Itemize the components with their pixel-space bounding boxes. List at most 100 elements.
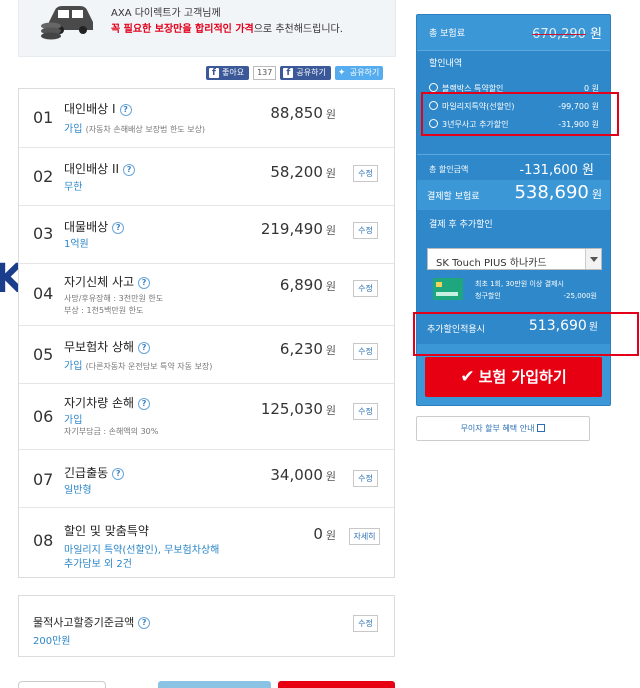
- card-select[interactable]: SK Touch PIUS 하나카드: [427, 248, 602, 270]
- price-value: 58,200: [270, 163, 323, 181]
- help-icon[interactable]: ?: [123, 164, 136, 176]
- share-label: 공유하기: [296, 68, 326, 77]
- price-value: 34,000: [270, 466, 323, 484]
- facebook-like-button[interactable]: f 좋아요: [206, 66, 250, 80]
- highlight-box-estimate: [413, 312, 639, 356]
- car-coins-icon: [41, 6, 93, 40]
- edit-button[interactable]: 수정: [353, 403, 378, 420]
- discount-label: 할인내역: [429, 59, 463, 69]
- price-value: 0: [313, 525, 323, 543]
- coverage-sub: 가입: [64, 415, 83, 426]
- external-link-icon: [537, 424, 546, 432]
- interest-label: 무이자 할부 혜택 안내: [460, 424, 535, 433]
- total-premium-label: 총 보험료: [429, 29, 465, 39]
- coverage-sub: 무한: [64, 182, 83, 193]
- edit-button[interactable]: 수정: [353, 222, 378, 239]
- coverage-list: 01 대인배상 I? 가입 (자동차 손해배상 보장법 한도 보상) 88,85…: [18, 88, 395, 578]
- coverage-title: 할인 및 맞춤특약: [64, 524, 149, 538]
- coverage-price: 219,490 원: [261, 220, 336, 238]
- price-won: 원: [325, 529, 336, 542]
- price-value: 6,890: [279, 276, 323, 294]
- coverage-row: 03 대물배상? 1억원 219,490 원 수정: [19, 206, 394, 264]
- banner-highlight: 꼭 필요한 보장만을 합리적인 가격: [111, 24, 254, 35]
- facebook-icon: f: [209, 68, 219, 78]
- coverage-sub: 일반형: [64, 485, 92, 496]
- social-buttons: f 좋아요 137 f 공유하기 ✦ 공유하기: [206, 66, 384, 80]
- interest-free-installment-link[interactable]: 무이자 할부 혜택 안내: [416, 416, 590, 441]
- price-won: 원: [325, 404, 336, 417]
- chevron-down-icon: [585, 249, 601, 269]
- help-icon[interactable]: ?: [112, 222, 125, 234]
- coverage-title-text: 긴급출동: [64, 466, 109, 480]
- total-premium-won: 원: [590, 27, 602, 42]
- card-note-line-1: 최초 1회, 30만원 이상 결제시: [475, 280, 564, 288]
- coverage-detail-1: 사망/후유장해 : 3천만원 한도: [64, 294, 164, 303]
- discount-total-value: -131,600 원: [519, 163, 594, 178]
- coverage-price: 58,200 원: [270, 163, 336, 181]
- join-insurance-button[interactable]: ✔ 보험 가입하기: [425, 357, 602, 397]
- coverage-sub-text: 가입: [64, 361, 83, 372]
- coverage-row: 04 자기신체 사고? 사망/후유장해 : 3천만원 한도 부상 : 1천5백만…: [19, 264, 394, 326]
- card-select-value: SK Touch PIUS 하나카드: [436, 258, 547, 269]
- total-premium-amount: 670,290: [532, 27, 586, 42]
- edit-button[interactable]: 수정: [353, 343, 378, 360]
- coverage-sub: 마일리지 특약(선할인), 무보험차상해: [64, 545, 220, 556]
- coverage-detail-1: 자기부담금 : 손해액의 30%: [64, 427, 159, 436]
- help-icon[interactable]: ?: [138, 617, 151, 629]
- property-title: 물적사고할증기준금액?: [33, 614, 151, 630]
- edit-button[interactable]: 수정: [353, 470, 378, 487]
- discount-total-label: 총 할인금액: [429, 165, 469, 174]
- coverage-title-text: 대인배상 I: [64, 102, 116, 116]
- help-icon[interactable]: ?: [138, 277, 151, 289]
- help-icon[interactable]: ?: [112, 468, 125, 480]
- like-label: 좋아요: [222, 68, 245, 77]
- card-discount: -25,000원: [563, 292, 597, 300]
- details-button[interactable]: 자세히: [349, 528, 380, 545]
- card-note: 최초 1회, 30만원 이상 결제시 청구할인 -25,000원: [475, 278, 597, 302]
- coverage-row: 02 대인배상 II? 무한 58,200 원 수정: [19, 148, 394, 206]
- help-icon[interactable]: ?: [138, 398, 151, 410]
- coverage-sub-note: (다른자동차 운전담보 특약 자동 보장): [85, 362, 213, 371]
- coverage-title: 자기차량 손해?: [64, 394, 151, 411]
- coverage-sub: 가입 (다른자동차 운전담보 특약 자동 보장): [64, 357, 212, 372]
- help-icon[interactable]: ?: [119, 104, 132, 116]
- recommendation-banner: AXA 다이렉트가 고객님께 꼭 필요한 보장만을 합리적인 가격으로 추천해드…: [18, 0, 396, 57]
- coverage-detail-2: 부상 : 1천5백만원 한도: [64, 306, 144, 315]
- row-number: 02: [33, 167, 54, 186]
- twitter-share-button[interactable]: ✦ 공유하기: [334, 66, 384, 80]
- price-won: 원: [325, 224, 336, 237]
- bottom-button-red[interactable]: [278, 681, 395, 688]
- coverage-price: 6,230 원: [280, 340, 336, 358]
- coverage-row: 05 무보험차 상해? 가입 (다른자동차 운전담보 특약 자동 보장) 6,2…: [19, 326, 394, 384]
- price-won: 원: [325, 280, 336, 293]
- facebook-share-button[interactable]: f 공유하기: [280, 66, 331, 80]
- banner-line-2: 꼭 필요한 보장만을 합리적인 가격으로 추천해드립니다.: [111, 20, 343, 35]
- tweet-label: 공유하기: [349, 68, 380, 77]
- total-premium-value: 670,290 원: [532, 23, 602, 42]
- bottom-button-blue[interactable]: [158, 681, 271, 688]
- row-number: 08: [33, 531, 54, 550]
- coverage-sub: 가입 (자동차 손해배상 보장법 한도 보상): [64, 120, 205, 135]
- coverage-title: 대인배상 II?: [64, 160, 136, 177]
- credit-card-icon: [433, 278, 463, 300]
- price-won: 원: [325, 470, 336, 483]
- help-icon[interactable]: ?: [138, 342, 151, 354]
- price-value: 219,490: [260, 220, 323, 238]
- coverage-sub-text: 가입: [64, 124, 83, 135]
- coverage-row: 01 대인배상 I? 가입 (자동차 손해배상 보장법 한도 보상) 88,85…: [19, 89, 394, 148]
- coverage-price: 6,890 원: [280, 276, 336, 294]
- coverage-price: 125,030 원: [261, 400, 336, 418]
- row-number: 06: [33, 407, 54, 426]
- edit-button[interactable]: 수정: [353, 615, 378, 632]
- bottom-button-left[interactable]: [18, 681, 106, 688]
- coverage-title: 대물배상?: [64, 218, 125, 235]
- facebook-icon: f: [283, 68, 294, 78]
- coverage-sub-note: (자동차 손해배상 보장법 한도 보상): [85, 125, 206, 134]
- price-value: 6,230: [279, 340, 323, 358]
- edit-button[interactable]: 수정: [353, 280, 378, 297]
- camera-icon: [429, 83, 438, 92]
- banner-line-2-rest: 으로 추천해드립니다.: [253, 24, 343, 35]
- twitter-icon: ✦: [337, 68, 346, 78]
- property-title-text: 물적사고할증기준금액: [33, 616, 135, 629]
- edit-button[interactable]: 수정: [353, 165, 378, 182]
